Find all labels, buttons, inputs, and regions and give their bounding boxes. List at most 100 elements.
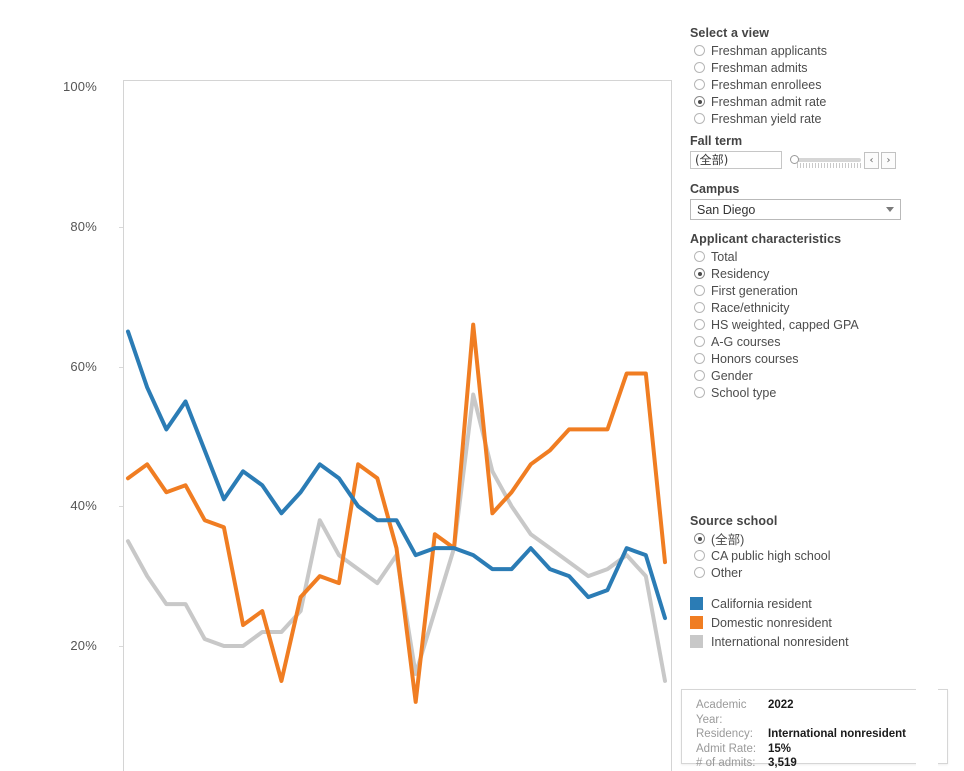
slider-knob[interactable] <box>790 155 799 164</box>
legend-label: International nonresident <box>711 634 849 649</box>
characteristic-option-2[interactable]: First generation <box>686 282 946 299</box>
chart-panel: 100% 80% 60% 40% 20% <box>0 0 676 771</box>
radio-icon[interactable] <box>694 387 705 398</box>
series-line-domestic-nonresident[interactable] <box>126 322 667 704</box>
tooltip-key: Admit Rate: <box>696 742 757 755</box>
radio-label: First generation <box>711 283 798 298</box>
radio-label: Gender <box>711 368 753 383</box>
radio-icon[interactable] <box>694 353 705 364</box>
applicant-characteristics-title: Applicant characteristics <box>690 232 842 246</box>
characteristic-option-6[interactable]: Honors courses <box>686 350 946 367</box>
fall-term-section: Fall term (全部) ‹ › <box>686 134 926 169</box>
radio-icon[interactable] <box>694 550 705 561</box>
radio-icon[interactable] <box>694 96 705 107</box>
radio-label: Total <box>711 249 738 264</box>
fall-term-control[interactable]: (全部) ‹ › <box>686 151 926 169</box>
tooltip-row-1: Residency: International nonresident <box>696 727 937 742</box>
dashboard-root: 100% 80% 60% 40% 20% Select a view Freshman … <box>0 0 964 771</box>
view-option-3[interactable]: Freshman admit rate <box>686 93 926 110</box>
chevron-down-icon <box>886 207 894 212</box>
radio-icon[interactable] <box>694 45 705 56</box>
characteristic-option-8[interactable]: School type <box>686 384 946 401</box>
tooltip-row-0: Academic Year: 2022 <box>696 698 937 727</box>
applicant-characteristics-radio-group[interactable]: Total Residency First generation Race/ethni… <box>686 248 946 401</box>
radio-icon[interactable] <box>694 533 705 544</box>
radio-icon[interactable] <box>694 285 705 296</box>
view-radio-group[interactable]: Freshman applicants Freshman admits Freshm… <box>686 42 926 127</box>
tooltip-key: # of admits: <box>696 757 756 769</box>
view-option-4[interactable]: Freshman yield rate <box>686 110 926 127</box>
radio-label: Other <box>711 565 743 580</box>
legend-color-swatch <box>690 616 703 629</box>
legend-item-2[interactable]: International nonresident <box>686 632 926 651</box>
radio-label: (全部) <box>711 533 745 547</box>
radio-label: Honors courses <box>711 351 799 366</box>
tooltip-value: 3,519 <box>768 757 797 769</box>
campus-dropdown[interactable]: San Diego <box>690 199 901 220</box>
series-line-international-nonresident[interactable] <box>126 392 667 683</box>
tooltip-row-2: Admit Rate: 15% <box>696 742 937 757</box>
radio-icon[interactable] <box>694 113 705 124</box>
select-a-view-title: Select a view <box>690 26 770 40</box>
tooltip-row-3: # of admits: 3,519 <box>696 756 937 771</box>
radio-icon[interactable] <box>694 251 705 262</box>
source-school-option-1[interactable]: CA public high school <box>686 547 926 564</box>
radio-icon[interactable] <box>694 370 705 381</box>
view-option-2[interactable]: Freshman enrollees <box>686 76 926 93</box>
radio-icon[interactable] <box>694 567 705 578</box>
tooltip-value: 2022 <box>768 699 794 711</box>
radio-label: Race/ethnicity <box>711 300 790 315</box>
radio-icon[interactable] <box>694 268 705 279</box>
tooltip-value: International nonresident <box>768 728 907 740</box>
tooltip-key: Academic Year: <box>696 699 747 726</box>
slider-track <box>797 158 861 162</box>
radio-label: Freshman applicants <box>711 43 828 58</box>
characteristic-option-5[interactable]: A-G courses <box>686 333 946 350</box>
legend-label: California resident <box>711 596 812 611</box>
tooltip-key: Residency: <box>696 728 753 740</box>
characteristic-option-4[interactable]: HS weighted, capped GPA <box>686 316 946 333</box>
prev-term-button[interactable]: ‹ <box>864 151 879 169</box>
radio-label: Freshman admits <box>711 60 808 75</box>
source-school-section: Source school (全部) CA public high school O… <box>686 514 926 581</box>
characteristic-option-1[interactable]: Residency <box>686 265 946 282</box>
radio-label: Freshman admit rate <box>711 94 827 109</box>
legend-item-0[interactable]: California resident <box>686 594 926 613</box>
line-chart-svg[interactable] <box>0 0 676 771</box>
radio-icon[interactable] <box>694 319 705 330</box>
source-school-radio-group[interactable]: (全部) CA public high school Other <box>686 530 926 581</box>
vertical-scrollbar-track[interactable] <box>916 0 938 771</box>
legend-color-swatch <box>690 597 703 610</box>
radio-label: CA public high school <box>711 548 831 563</box>
radio-icon[interactable] <box>694 79 705 90</box>
radio-label: HS weighted, capped GPA <box>711 317 859 332</box>
radio-label: A-G courses <box>711 334 781 349</box>
tooltip-value: 15% <box>768 742 792 755</box>
characteristic-option-0[interactable]: Total <box>686 248 946 265</box>
radio-icon[interactable] <box>694 336 705 347</box>
radio-icon[interactable] <box>694 302 705 313</box>
data-point-tooltip: Academic Year: 2022 Residency: Internationa… <box>681 689 948 769</box>
select-a-view-section: Select a view Freshman applicants Freshma… <box>686 26 926 127</box>
view-option-1[interactable]: Freshman admits <box>686 59 926 76</box>
source-school-option-0[interactable]: (全部) <box>686 530 926 547</box>
campus-selected-value: San Diego <box>697 202 756 217</box>
characteristic-option-7[interactable]: Gender <box>686 367 946 384</box>
view-option-0[interactable]: Freshman applicants <box>686 42 926 59</box>
radio-label: School type <box>711 385 777 400</box>
fall-term-label: Fall term <box>690 134 743 148</box>
legend-color-swatch <box>690 635 703 648</box>
campus-label: Campus <box>690 182 740 196</box>
next-term-button[interactable]: › <box>881 151 896 169</box>
applicant-characteristics-section: Applicant characteristics Total Residency… <box>686 232 946 401</box>
characteristic-option-3[interactable]: Race/ethnicity <box>686 299 946 316</box>
fall-term-slider[interactable] <box>788 151 862 169</box>
fall-term-value[interactable]: (全部) <box>690 151 782 169</box>
chart-legend: California resident Domestic nonresident I… <box>686 594 926 651</box>
legend-item-1[interactable]: Domestic nonresident <box>686 613 926 632</box>
source-school-option-2[interactable]: Other <box>686 564 926 581</box>
slider-ticks <box>797 163 861 168</box>
source-school-title: Source school <box>690 514 778 528</box>
radio-icon[interactable] <box>694 62 705 73</box>
radio-label: Freshman enrollees <box>711 77 822 92</box>
